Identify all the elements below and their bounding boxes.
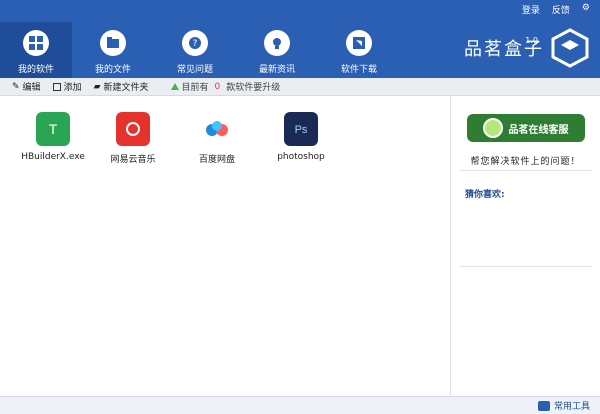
upgrade-prefix: 目前有 xyxy=(181,83,209,93)
app-label: photoshop xyxy=(277,152,325,162)
app-label: HBuilderX.exe xyxy=(21,152,85,162)
top-links: 登录 反馈 ⚙ xyxy=(522,3,590,16)
photoshop-icon: Ps xyxy=(284,112,318,146)
hbuilderx-icon: T xyxy=(36,112,70,146)
nav-label: 软件下载 xyxy=(340,65,377,75)
guess-you-like-label: 猜你喜欢: xyxy=(465,190,505,200)
software-grid: T HBuilderX.exe 网易云音乐 百度网盘 Ps photoshop xyxy=(0,96,451,396)
add-button[interactable]: 添加 xyxy=(52,80,82,93)
brand-version: 1.0 xyxy=(525,36,538,45)
app-label: 百度网盘 xyxy=(198,155,235,165)
app-netease-music[interactable]: 网易云音乐 xyxy=(94,102,172,165)
toolbox-icon xyxy=(537,400,550,411)
login-link[interactable]: 登录 xyxy=(522,3,540,16)
app-baidu-netdisk[interactable]: 百度网盘 xyxy=(178,102,256,165)
plus-icon xyxy=(52,82,61,91)
folder-icon: ▰ xyxy=(93,81,101,92)
download-icon xyxy=(346,30,372,56)
nav-download[interactable]: 软件下载 xyxy=(318,22,400,78)
upgrade-arrow-icon xyxy=(170,83,179,90)
nav-my-software[interactable]: 我的软件 xyxy=(0,22,72,78)
upgrade-count: 0 xyxy=(214,81,221,92)
bulb-icon xyxy=(264,30,290,56)
svg-text:?: ? xyxy=(193,39,198,49)
grid-icon xyxy=(23,30,49,56)
toolbar: ✎ 编辑 添加 ▰ 新建文件夹 目前有 0 款软件要升级 xyxy=(0,78,600,96)
main-nav: 我的软件 我的文件 ? 常见问题 最新资讯 软件下载 xyxy=(0,22,400,78)
app-hbuilderx[interactable]: T HBuilderX.exe xyxy=(14,102,92,162)
nav-faq[interactable]: ? 常见问题 xyxy=(154,22,236,78)
nav-label: 我的软件 xyxy=(17,65,54,75)
new-folder-label: 新建文件夹 xyxy=(103,83,149,93)
nav-news[interactable]: 最新资讯 xyxy=(236,22,318,78)
edit-button[interactable]: ✎ 编辑 xyxy=(12,80,41,94)
right-panel: 品茗在线客服 帮您解决软件上的问题！ 猜你喜欢: xyxy=(451,96,600,396)
nav-label: 我的文件 xyxy=(94,65,131,75)
common-tools-label: 常用工具 xyxy=(553,402,590,412)
status-bar: 常用工具 xyxy=(0,396,600,414)
edit-label: 编辑 xyxy=(22,83,41,93)
help-text: 帮您解决软件上的问题！ xyxy=(470,157,581,167)
nav-my-files[interactable]: 我的文件 xyxy=(72,22,154,78)
svg-text:Ps: Ps xyxy=(295,124,308,136)
common-tools-button[interactable]: 常用工具 xyxy=(537,399,590,412)
folder-icon xyxy=(100,30,126,56)
pencil-icon: ✎ xyxy=(12,81,20,92)
upgrade-notice: 目前有 0 款软件要升级 xyxy=(170,80,281,93)
feedback-link[interactable]: 反馈 xyxy=(552,3,570,16)
brand-logo: 品茗盒子 1.0 xyxy=(464,28,590,68)
online-service-button[interactable]: 品茗在线客服 xyxy=(466,114,585,142)
divider xyxy=(459,266,592,267)
nav-label: 常见问题 xyxy=(176,65,213,75)
nav-label: 最新资讯 xyxy=(258,65,295,75)
app-label: 网易云音乐 xyxy=(110,155,156,165)
cube-logo-icon xyxy=(551,28,589,68)
divider xyxy=(459,170,592,171)
app-header: 登录 反馈 ⚙ 我的软件 我的文件 ? 常见问题 最新资讯 软件下载 品茗盒子 … xyxy=(0,0,600,78)
netease-music-icon xyxy=(116,112,150,146)
smiley-icon xyxy=(482,118,503,138)
new-folder-button[interactable]: ▰ 新建文件夹 xyxy=(93,80,149,94)
baidu-netdisk-icon xyxy=(200,112,234,146)
settings-icon[interactable]: ⚙ xyxy=(582,3,590,16)
app-photoshop[interactable]: Ps photoshop xyxy=(262,102,340,162)
svg-text:T: T xyxy=(49,121,58,137)
upgrade-suffix: 款软件要升级 xyxy=(226,83,281,93)
question-icon: ? xyxy=(182,30,208,56)
add-label: 添加 xyxy=(63,83,82,93)
service-label: 品茗在线客服 xyxy=(508,124,569,136)
